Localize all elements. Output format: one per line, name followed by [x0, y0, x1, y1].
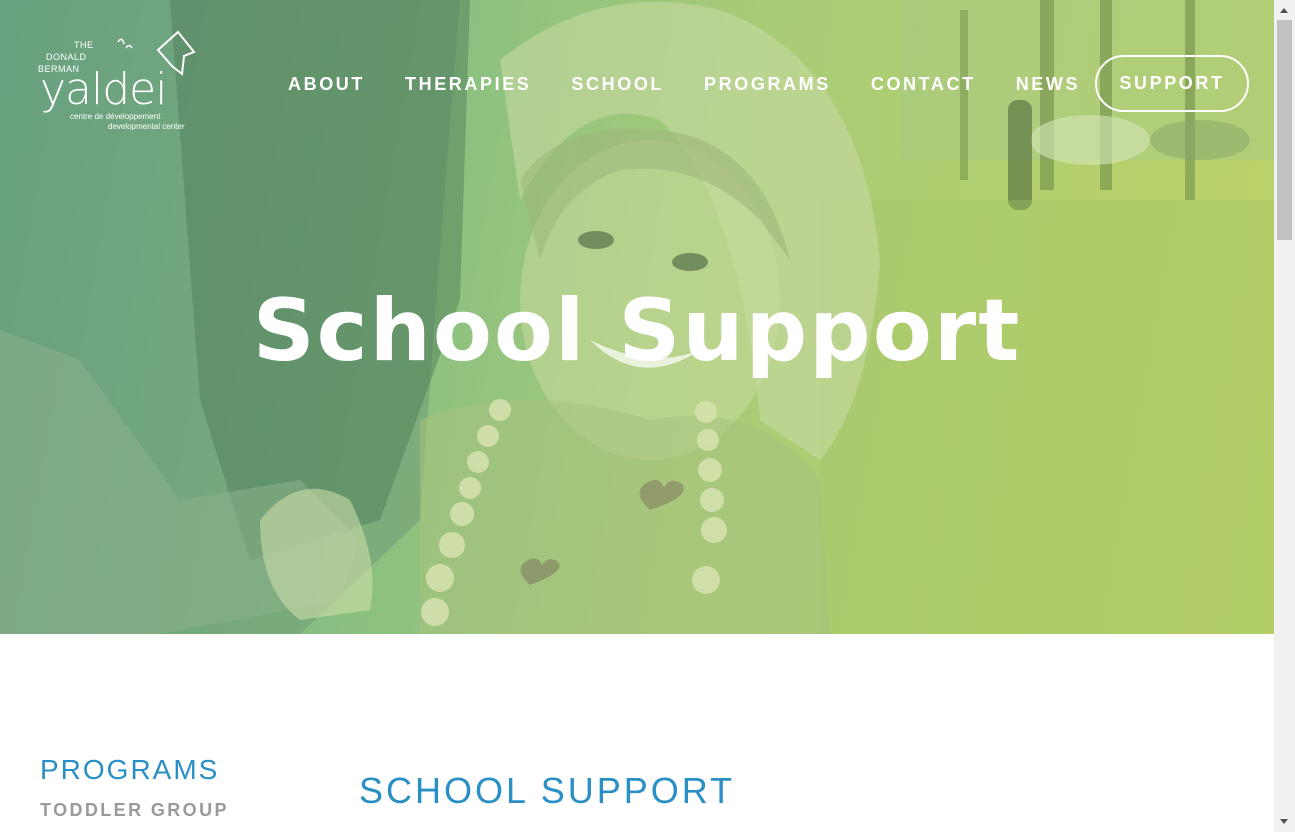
logo-wordmark: yaldei [40, 64, 167, 115]
logo-tagline-en: developmental center [108, 122, 185, 131]
support-button[interactable]: SUPPORT [1095, 55, 1249, 112]
scroll-up-arrow-icon[interactable] [1280, 8, 1288, 13]
nav-programs[interactable]: PROGRAMS [704, 74, 831, 95]
scrollbar-thumb[interactable] [1277, 20, 1292, 240]
page-title: SCHOOL SUPPORT [359, 770, 736, 811]
hero-banner: THE DONALD BERMAN yaldei centre de dével… [0, 0, 1274, 634]
yaldei-logo[interactable]: THE DONALD BERMAN yaldei centre de dével… [36, 30, 196, 134]
nav-contact[interactable]: CONTACT [871, 74, 976, 95]
hero-title: School Support [252, 281, 1022, 381]
vertical-scrollbar[interactable] [1274, 0, 1295, 832]
main-navigation: ABOUT THERAPIES SCHOOL PROGRAMS CONTACT … [268, 56, 1100, 112]
sidebar-heading: PROGRAMS [40, 754, 220, 785]
logo-tagline-fr: centre de développement [70, 112, 161, 121]
scroll-down-arrow-icon[interactable] [1280, 819, 1288, 824]
nav-about[interactable]: ABOUT [288, 74, 365, 95]
nav-school[interactable]: SCHOOL [571, 74, 664, 95]
logo-the: THE [74, 40, 94, 50]
nav-therapies[interactable]: THERAPIES [405, 74, 531, 95]
sidebar-item-toddler-group[interactable]: TODDLER GROUP [40, 800, 229, 821]
nav-news[interactable]: NEWS [1016, 74, 1080, 95]
logo-donald: DONALD [46, 52, 87, 62]
